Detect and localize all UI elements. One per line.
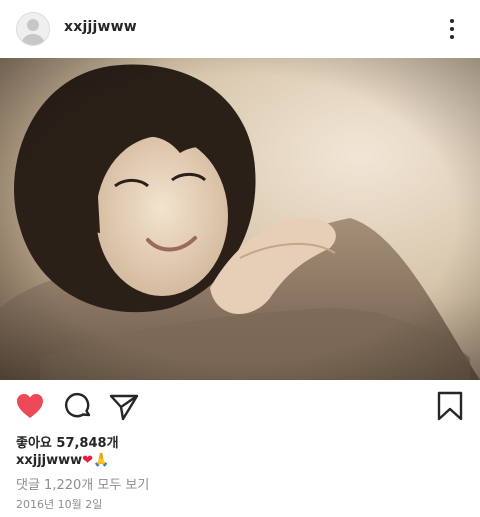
default-avatar-icon xyxy=(17,13,49,45)
view-all-comments-link[interactable]: 댓글 1,220개 모두 보기 xyxy=(16,474,149,493)
caption-heart-emoji: ❤ xyxy=(82,453,94,468)
user-avatar[interactable] xyxy=(16,12,50,46)
post-date: 2016년 10월 2일 xyxy=(16,498,103,511)
post-username[interactable]: xxjjjwww xyxy=(64,19,137,35)
post-photo[interactable] xyxy=(0,58,480,380)
comment-bubble-icon[interactable] xyxy=(62,390,94,422)
more-options-icon[interactable] xyxy=(444,14,460,44)
caption-username[interactable]: xxjjjwww xyxy=(16,453,82,468)
post-actions xyxy=(0,386,480,426)
paper-plane-icon[interactable] xyxy=(108,390,140,422)
post-caption: xxjjjwww❤🙏 xyxy=(16,453,109,468)
likes-count[interactable]: 좋아요 57,848개 xyxy=(16,432,119,451)
caption-hands-emoji: 🙏 xyxy=(93,453,110,468)
bookmark-icon[interactable] xyxy=(434,390,466,422)
heart-filled-icon[interactable] xyxy=(14,390,46,422)
post-header: xxjjjwww xyxy=(0,0,480,58)
